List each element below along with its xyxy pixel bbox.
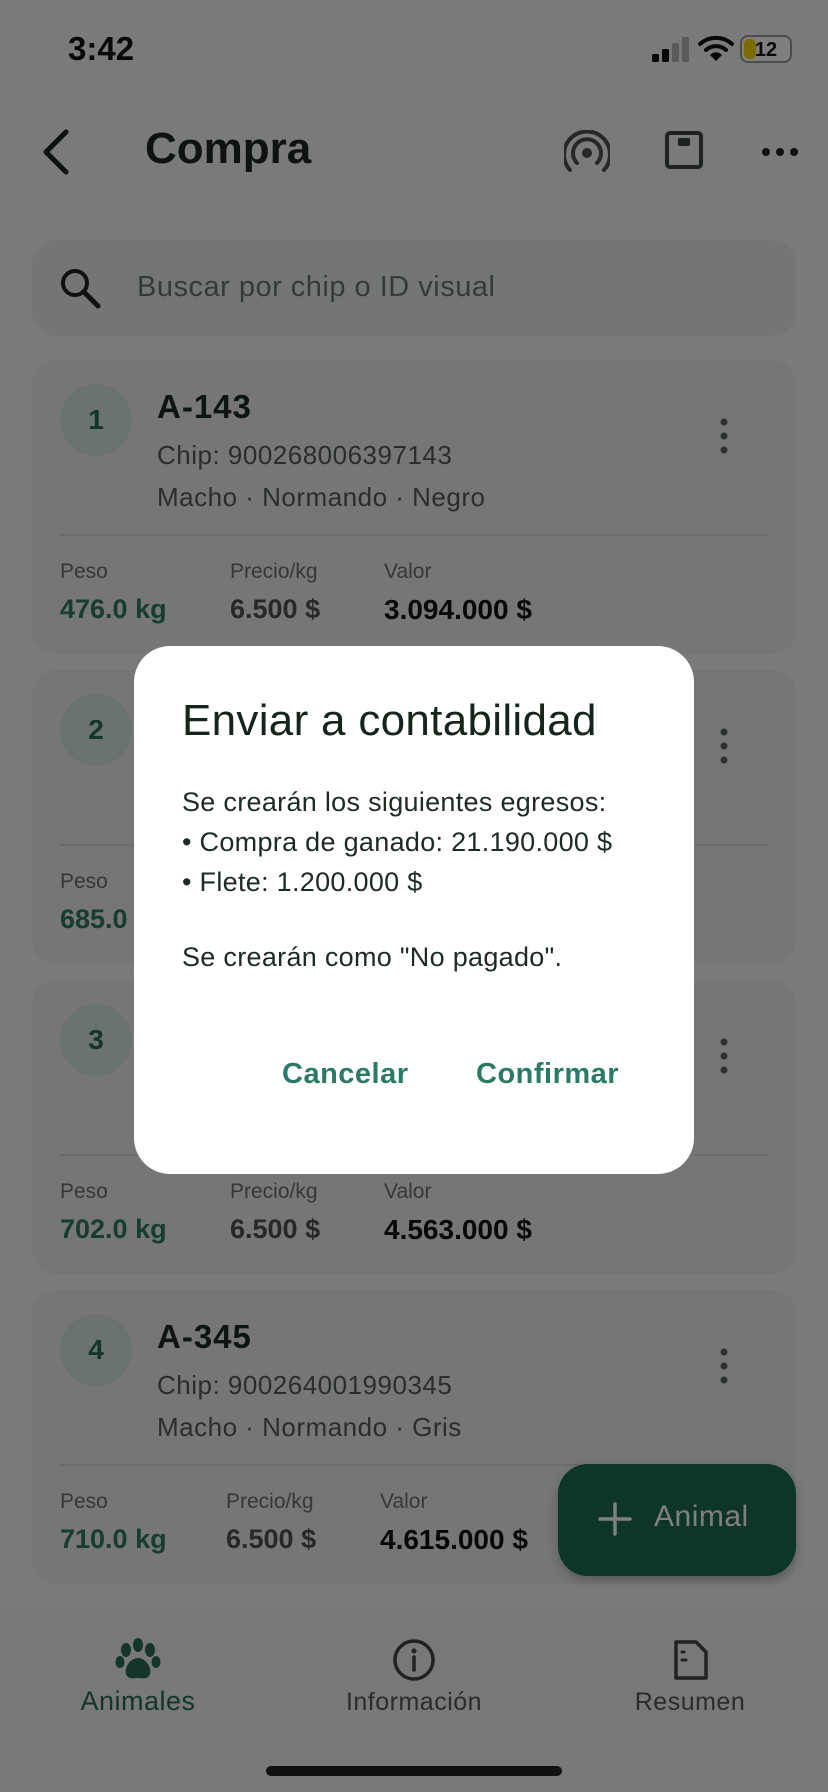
dialog-note: Se crearán como "No pagado". bbox=[182, 942, 563, 972]
confirm-button[interactable]: Confirmar bbox=[476, 1058, 619, 1091]
dialog-body-line: • Compra de ganado: 21.190.000 $ bbox=[182, 827, 613, 857]
home-indicator bbox=[266, 1766, 562, 1776]
dialog-body-line: Se crearán los siguientes egresos: bbox=[182, 787, 607, 817]
cancel-button[interactable]: Cancelar bbox=[282, 1058, 409, 1091]
dialog-body-line: • Flete: 1.200.000 $ bbox=[182, 867, 423, 897]
dialog-title: Enviar a contabilidad bbox=[182, 696, 597, 745]
dialog-body: Se crearán los siguientes egresos: • Com… bbox=[182, 782, 612, 902]
confirm-dialog: Enviar a contabilidad Se crearán los sig… bbox=[134, 646, 694, 1174]
